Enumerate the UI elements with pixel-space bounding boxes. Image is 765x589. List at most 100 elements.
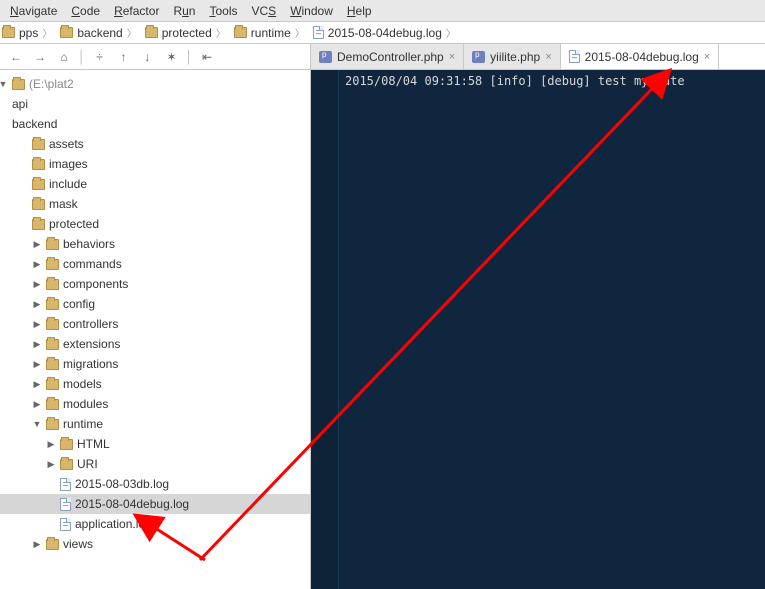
tree-toggle-icon[interactable]: ▶ — [46, 459, 56, 470]
tree-toggle-icon[interactable]: ▶ — [32, 379, 42, 390]
tree-folder[interactable]: ▶config — [0, 294, 310, 314]
breadcrumb-item[interactable]: 2015-08-04debug.log〉 — [309, 25, 460, 40]
menu-tools[interactable]: Tools — [209, 4, 237, 18]
toolbar-home-button[interactable]: ⌂ — [54, 47, 74, 67]
menu-help[interactable]: Help — [347, 4, 372, 18]
toolbar-down-button[interactable]: ↓ — [138, 47, 158, 67]
close-icon[interactable]: × — [545, 51, 551, 63]
close-icon[interactable]: × — [704, 51, 710, 63]
editor-tab[interactable]: DemoController.php × — [311, 44, 464, 69]
tree-toggle-icon[interactable]: ▶ — [32, 259, 42, 270]
php-file-icon — [319, 51, 332, 63]
tree-label: runtime — [63, 417, 103, 431]
tree-folder[interactable]: ▶controllers — [0, 314, 310, 334]
tree-folder[interactable]: ▶ modules — [0, 394, 310, 414]
menu-code[interactable]: Code — [71, 4, 100, 18]
tree-toggle-icon[interactable]: ▶ — [32, 279, 42, 290]
tree-folder[interactable]: ▶models — [0, 374, 310, 394]
file-icon — [60, 518, 71, 531]
tree-label: components — [63, 277, 128, 291]
tree-folder[interactable]: images — [0, 154, 310, 174]
tree-folder[interactable]: assets — [0, 134, 310, 154]
text-file-icon — [569, 50, 580, 63]
tree-toggle-icon[interactable]: ▼ — [0, 79, 8, 89]
tree-folder[interactable]: ▼ (E:\plat2 — [0, 74, 310, 94]
file-icon — [60, 498, 71, 511]
breadcrumb-label: backend — [77, 26, 122, 40]
tree-toggle-icon[interactable]: ▶ — [32, 319, 42, 330]
menu-refactor[interactable]: Refactor — [114, 4, 159, 18]
tree-label: modules — [63, 397, 108, 411]
tree-toggle-icon[interactable]: ▶ — [46, 439, 56, 450]
tree-toggle-icon[interactable]: ▼ — [32, 419, 42, 429]
tree-toggle-icon[interactable]: ▶ — [32, 339, 42, 350]
tree-file[interactable]: 2015-08-04debug.log — [0, 494, 310, 514]
tree-folder[interactable]: ▶ HTML — [0, 434, 310, 454]
folder-icon — [60, 27, 73, 38]
folder-icon — [46, 419, 59, 430]
folder-icon — [60, 459, 73, 470]
php-file-icon — [472, 51, 485, 63]
toolbar-slash-button[interactable]: ÷ — [90, 47, 110, 67]
tree-toggle-icon[interactable]: ▶ — [32, 539, 42, 550]
breadcrumb-label: runtime — [251, 26, 291, 40]
tree-folder[interactable]: ▶extensions — [0, 334, 310, 354]
tree-label: protected — [49, 217, 99, 231]
folder-icon — [46, 239, 59, 250]
tree-folder[interactable]: ▶ migrations — [0, 354, 310, 374]
tree-file[interactable]: 2015-08-03db.log — [0, 474, 310, 494]
folder-icon — [32, 199, 45, 210]
editor-tab[interactable]: 2015-08-04debug.log× — [561, 44, 720, 69]
editor-area[interactable]: 2015/08/04 09:31:58 [info] [debug] test … — [311, 70, 765, 589]
editor-tab[interactable]: yiilite.php× — [464, 44, 560, 69]
tree-label: HTML — [77, 437, 110, 451]
folder-icon — [46, 319, 59, 330]
toolbar-collapse-button[interactable]: ⇤ — [197, 47, 217, 67]
folder-icon — [46, 399, 59, 410]
project-tree-panel[interactable]: ▼ (E:\plat2 apibackend assets imagesinclude m… — [0, 70, 311, 589]
toolbar-up-button[interactable]: ↑ — [114, 47, 134, 67]
folder-icon — [2, 27, 15, 38]
toolbar-back-button[interactable]: ← — [6, 47, 26, 67]
menu-run[interactable]: Run — [173, 4, 195, 18]
tree-toggle-icon[interactable]: ▶ — [32, 359, 42, 370]
tree-folder[interactable]: mask — [0, 194, 310, 214]
breadcrumb-item[interactable]: runtime〉 — [230, 25, 309, 40]
tree-folder[interactable]: ▶ components — [0, 274, 310, 294]
tree-label: assets — [49, 137, 84, 151]
tab-label: DemoController.php — [337, 50, 444, 64]
tree-label: (E:\plat2 — [29, 77, 74, 91]
tree-folder[interactable]: ▶views — [0, 534, 310, 554]
main-area: ▼ (E:\plat2 apibackend assets imagesinclude m… — [0, 70, 765, 589]
file-icon — [313, 26, 324, 39]
tree-toggle-icon[interactable]: ▶ — [32, 299, 42, 310]
breadcrumb-item[interactable]: pps〉 — [0, 25, 56, 40]
tree-folder[interactable]: ▼ runtime — [0, 414, 310, 434]
tree-folder[interactable]: ▶commands — [0, 254, 310, 274]
tree-file[interactable]: application.log — [0, 514, 310, 534]
tree-folder[interactable]: backend — [0, 114, 310, 134]
chevron-right-icon: 〉 — [446, 25, 456, 40]
tree-folder[interactable]: protected — [0, 214, 310, 234]
tree-toggle-icon[interactable]: ▶ — [32, 399, 42, 410]
menu-window[interactable]: Window — [290, 4, 333, 18]
tree-folder[interactable]: api — [0, 94, 310, 114]
close-icon[interactable]: × — [449, 51, 455, 63]
breadcrumb-item[interactable]: backend〉 — [56, 25, 140, 40]
tree-folder[interactable]: ▶ behaviors — [0, 234, 310, 254]
tree-toggle-icon[interactable]: ▶ — [32, 239, 42, 250]
tree-label: mask — [49, 197, 78, 211]
tree-folder[interactable]: include — [0, 174, 310, 194]
toolbar-gear-button[interactable]: ✶ — [162, 47, 182, 67]
folder-icon — [46, 299, 59, 310]
breadcrumb-item[interactable]: protected〉 — [141, 25, 230, 40]
toolbar-fwd-button[interactable]: → — [30, 47, 50, 67]
menu-navigate[interactable]: NNavigateavigate — [10, 4, 57, 18]
menu-vcs[interactable]: VCS — [252, 4, 277, 18]
folder-icon — [234, 27, 247, 38]
editor-content[interactable]: 2015/08/04 09:31:58 [info] [debug] test … — [339, 70, 765, 589]
tree-label: migrations — [63, 357, 118, 371]
tree-folder[interactable]: ▶URI — [0, 454, 310, 474]
tree-label: behaviors — [63, 237, 115, 251]
file-icon — [60, 478, 71, 491]
